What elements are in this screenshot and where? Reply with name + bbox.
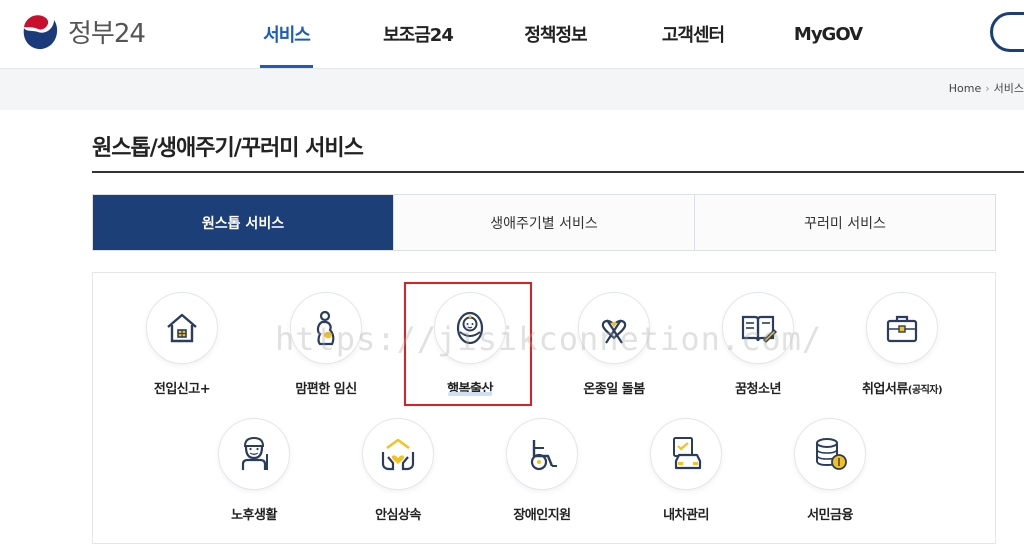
nav-subsidy24[interactable]: 보조금24 <box>343 0 493 68</box>
service-retirement-life[interactable]: 노후생활 <box>184 418 324 523</box>
service-employment-docs[interactable]: 취업서류(공직자) <box>832 292 972 397</box>
tab-package[interactable]: 꾸러미 서비스 <box>694 195 995 250</box>
service-icon-circle <box>362 418 434 490</box>
service-icon-circle <box>794 418 866 490</box>
service-label-main: 취업서류 <box>861 382 908 397</box>
nav-mygov[interactable]: MyGOV <box>768 0 888 68</box>
service-label: 온종일 돌봄 <box>583 382 645 397</box>
service-icon-circle <box>650 418 722 490</box>
ribbon-heart-icon <box>601 319 627 344</box>
nav-services[interactable]: 서비스 <box>230 0 343 68</box>
hands-heart-house-icon <box>381 438 415 471</box>
taegeuk-logo-icon <box>22 12 60 50</box>
service-icon-circle <box>506 418 578 490</box>
service-icon-circle <box>578 292 650 364</box>
breadcrumb-band <box>0 68 1024 110</box>
tab-lifecycle[interactable]: 생애주기별 서비스 <box>393 195 694 250</box>
gov24-logo[interactable]: 정부24 <box>20 10 146 52</box>
service-icon-circle <box>146 292 218 364</box>
logo-text: 정부24 <box>68 18 146 49</box>
service-icon-circle <box>722 292 794 364</box>
car-document-icon <box>673 437 702 470</box>
service-dream-youth[interactable]: 꿈청소년 <box>688 292 828 397</box>
nav-customer-center[interactable]: 고객센터 <box>618 0 768 68</box>
search-button[interactable] <box>990 12 1024 52</box>
tab-onestop[interactable]: 원스톱 서비스 <box>93 195 393 250</box>
service-icon-circle <box>290 292 362 364</box>
service-icon-circle <box>218 418 290 490</box>
main-nav: 서비스 보조금24 정책정보 고객센터 MyGOV <box>230 0 888 68</box>
open-book-icon <box>741 315 777 343</box>
service-label: 장애인지원 <box>513 508 571 523</box>
breadcrumb: Home › 서비스 <box>949 80 1024 96</box>
service-all-day-care[interactable]: 온종일 돌봄 <box>544 292 684 397</box>
title-divider <box>92 171 1024 173</box>
breadcrumb-home[interactable]: Home <box>949 82 981 95</box>
service-label: 맘편한 임신 <box>295 382 357 397</box>
page-title: 원스톱/생애주기/꾸러미 서비스 <box>92 136 364 161</box>
service-label: 꿈청소년 <box>735 382 781 397</box>
site-header: 정부24 서비스 보조금24 정책정보 고객센터 MyGOV <box>0 0 1024 68</box>
breadcrumb-current[interactable]: 서비스 <box>994 80 1024 96</box>
highlight-annotation-box <box>404 282 532 406</box>
service-easy-pregnancy[interactable]: 맘편한 임신 <box>256 292 396 397</box>
service-label: 노후생활 <box>231 508 277 523</box>
nav-policy-info[interactable]: 정책정보 <box>493 0 618 68</box>
service-safe-inheritance[interactable]: 안심상속 <box>328 418 468 523</box>
briefcase-icon <box>886 315 918 343</box>
service-label: 전입신고+ <box>153 382 211 397</box>
service-move-in-report[interactable]: 전입신고+ <box>112 292 252 397</box>
pregnant-woman-icon <box>316 310 335 346</box>
service-label: 서민금융 <box>807 508 853 523</box>
coins-icon <box>816 438 847 470</box>
service-disability-support[interactable]: 장애인지원 <box>472 418 612 523</box>
service-car-management[interactable]: 내차관리 <box>616 418 756 523</box>
service-label-suffix: (공직자) <box>907 385 943 396</box>
service-tabs: 원스톱 서비스 생애주기별 서비스 꾸러미 서비스 <box>92 194 996 251</box>
service-label: 내차관리 <box>663 508 709 523</box>
service-label: 안심상속 <box>375 508 421 523</box>
house-icon <box>167 313 197 343</box>
service-icon-circle <box>866 292 938 364</box>
active-service-underline <box>448 392 492 396</box>
wheelchair-icon <box>530 440 557 471</box>
service-label: 취업서류(공직자) <box>861 378 943 397</box>
service-public-finance[interactable]: 서민금융 <box>760 418 900 523</box>
chevron-right-icon: › <box>985 81 990 95</box>
elderly-person-icon <box>241 436 268 470</box>
